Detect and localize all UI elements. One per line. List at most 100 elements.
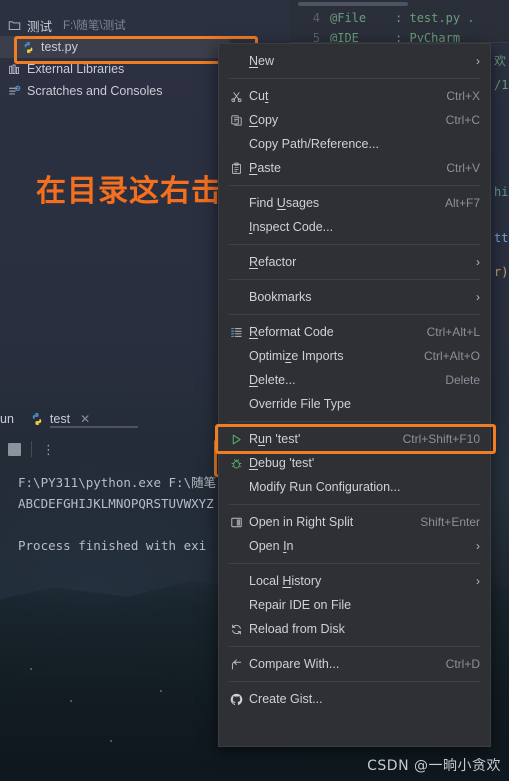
- menu-item-label: Open In: [249, 539, 294, 553]
- chevron-right-icon: ›: [476, 255, 480, 269]
- wallpaper-star: [160, 690, 162, 692]
- chevron-right-icon: ›: [476, 290, 480, 304]
- console-line: ABCDEFGHIJKLMNOPQRSTUVWXYZ: [18, 496, 214, 511]
- menu-item-label: Run 'test': [249, 432, 301, 446]
- menu-separator: [229, 504, 480, 505]
- code-line: 4 @File : test.py .: [290, 8, 509, 28]
- menu-item-shortcut: Delete: [445, 373, 480, 387]
- menu-item-copy[interactable]: Copy Ctrl+C: [219, 108, 490, 132]
- menu-item-label: Copy Path/Reference...: [249, 137, 379, 151]
- library-icon: [8, 63, 21, 76]
- menu-item-delete[interactable]: Delete... Delete: [219, 368, 490, 392]
- tree-item-测试[interactable]: 测试 F:\随笔\测试: [0, 14, 230, 36]
- tree-item-label: External Libraries: [27, 62, 125, 76]
- menu-item-paste[interactable]: Paste Ctrl+V: [219, 156, 490, 180]
- menu-item-bookmarks[interactable]: Bookmarks ›: [219, 285, 490, 309]
- menu-item-compare-with[interactable]: Compare With... Ctrl+D: [219, 652, 490, 676]
- wallpaper-star: [70, 700, 72, 702]
- menu-item-label: Modify Run Configuration...: [249, 480, 401, 494]
- menu-item-modify-run-configuration[interactable]: Modify Run Configuration...: [219, 475, 490, 499]
- reload-icon: [227, 623, 245, 636]
- menu-item-shortcut: Ctrl+X: [446, 89, 480, 103]
- wallpaper-star: [110, 740, 112, 742]
- run-toolbar[interactable]: ⋮: [0, 434, 230, 464]
- menu-item-shortcut: Ctrl+C: [445, 113, 480, 127]
- menu-item-label: Cut: [249, 89, 269, 103]
- menu-separator: [229, 563, 480, 564]
- tree-item-test-py[interactable]: test.py: [0, 36, 230, 58]
- more-vertical-icon[interactable]: ⋮: [42, 443, 55, 456]
- chevron-right-icon: ›: [476, 539, 480, 553]
- code-text: @File : test.py .: [330, 11, 475, 25]
- menu-item-open-in-right-split[interactable]: Open in Right Split Shift+Enter: [219, 510, 490, 534]
- menu-separator: [229, 646, 480, 647]
- editor-scrollbar-thumb[interactable]: [298, 2, 408, 6]
- project-tree[interactable]: 测试 F:\随笔\测试 test.py External Libraries Scrat…: [0, 14, 230, 102]
- menu-item-refactor[interactable]: Refactor ›: [219, 250, 490, 274]
- menu-item-label: Bookmarks: [249, 290, 312, 304]
- menu-item-label: Find Usages: [249, 196, 320, 210]
- console-line: F:\PY311\python.exe F:\随笔: [18, 475, 217, 490]
- menu-item-reformat-code[interactable]: Reformat Code Ctrl+Alt+L: [219, 320, 490, 344]
- code-fragment: r): [494, 265, 509, 279]
- menu-item-label: Paste: [249, 161, 281, 175]
- menu-item-label: Delete...: [249, 373, 296, 387]
- debug-icon: [227, 457, 245, 470]
- tree-item-label: test.py: [41, 40, 78, 54]
- menu-item-run-test[interactable]: Run 'test' Ctrl+Shift+F10: [215, 424, 496, 454]
- code-editor[interactable]: 4 @File : test.py . 5 @IDE : PyCharm: [290, 0, 509, 44]
- annotation-text-overlay: 在目录这右击: [36, 174, 222, 209]
- tree-item-path: F:\随笔\测试: [63, 20, 126, 32]
- menu-separator: [229, 421, 480, 422]
- run-tab-test[interactable]: test ✕: [24, 412, 138, 428]
- menu-item-label: Copy: [249, 113, 279, 127]
- menu-item-inspect-code[interactable]: Inspect Code...: [219, 215, 490, 239]
- run-tab-indicator: [49, 426, 138, 428]
- menu-item-optimize-imports[interactable]: Optimize Imports Ctrl+Alt+O: [219, 344, 490, 368]
- context-menu[interactable]: New › Cut Ctrl+X Copy Ctrl+C Copy Path/Referen…: [215, 43, 496, 747]
- run-tab-bar[interactable]: un test ✕: [0, 404, 230, 434]
- menu-item-local-history[interactable]: Local History ›: [219, 569, 490, 593]
- menu-item-label: Inspect Code...: [249, 220, 334, 234]
- toolbar-divider: [31, 441, 32, 457]
- tree-item-scratches-and-consoles[interactable]: Scratches and Consoles: [0, 80, 230, 102]
- tree-item-external-libraries[interactable]: External Libraries: [0, 58, 230, 80]
- menu-item-create-gist[interactable]: Create Gist...: [219, 687, 490, 711]
- tree-item-label: Scratches and Consoles: [27, 84, 163, 98]
- github-icon: [227, 693, 245, 706]
- menu-item-shortcut: Ctrl+Shift+F10: [402, 432, 480, 446]
- menu-item-find-usages[interactable]: Find Usages Alt+F7: [219, 191, 490, 215]
- chevron-right-icon: ›: [476, 54, 480, 68]
- menu-item-repair-ide-on-file[interactable]: Repair IDE on File: [219, 593, 490, 617]
- menu-separator: [229, 279, 480, 280]
- compare-icon: [227, 658, 245, 671]
- close-icon[interactable]: ✕: [80, 412, 90, 426]
- run-tool-window: un test ✕ ⋮ F:\PY311\python.exe F:\随笔 ABC…: [0, 404, 230, 584]
- menu-item-label: Reformat Code: [249, 325, 334, 339]
- menu-item-label: Compare With...: [249, 657, 340, 671]
- menu-item-debug-test[interactable]: Debug 'test': [219, 451, 490, 475]
- menu-item-shortcut: Alt+F7: [444, 196, 480, 210]
- menu-item-cut[interactable]: Cut Ctrl+X: [219, 84, 490, 108]
- menu-item-reload-from-disk[interactable]: Reload from Disk: [219, 617, 490, 641]
- folder-icon: [8, 19, 21, 32]
- code-fragment: tte: [494, 231, 509, 245]
- menu-separator: [229, 314, 480, 315]
- menu-item-copy-path-reference[interactable]: Copy Path/Reference...: [219, 132, 490, 156]
- menu-item-label: Refactor: [249, 255, 297, 269]
- stop-icon[interactable]: [8, 442, 21, 456]
- menu-item-label: Override File Type: [249, 397, 351, 411]
- menu-item-label: Create Gist...: [249, 692, 323, 706]
- menu-item-new[interactable]: New ›: [219, 49, 490, 73]
- split-icon: [227, 516, 245, 529]
- copy-icon: [227, 114, 245, 127]
- menu-item-shortcut: Ctrl+V: [446, 161, 480, 175]
- menu-item-label: Optimize Imports: [249, 349, 344, 363]
- python-file-icon: [22, 41, 35, 54]
- menu-item-open-in[interactable]: Open In ›: [219, 534, 490, 558]
- menu-item-shortcut: Ctrl+Alt+O: [423, 349, 480, 363]
- cut-icon: [227, 90, 245, 103]
- menu-item-override-file-type[interactable]: Override File Type: [219, 392, 490, 416]
- wallpaper-star: [30, 668, 32, 670]
- run-tab-label: test: [49, 412, 71, 426]
